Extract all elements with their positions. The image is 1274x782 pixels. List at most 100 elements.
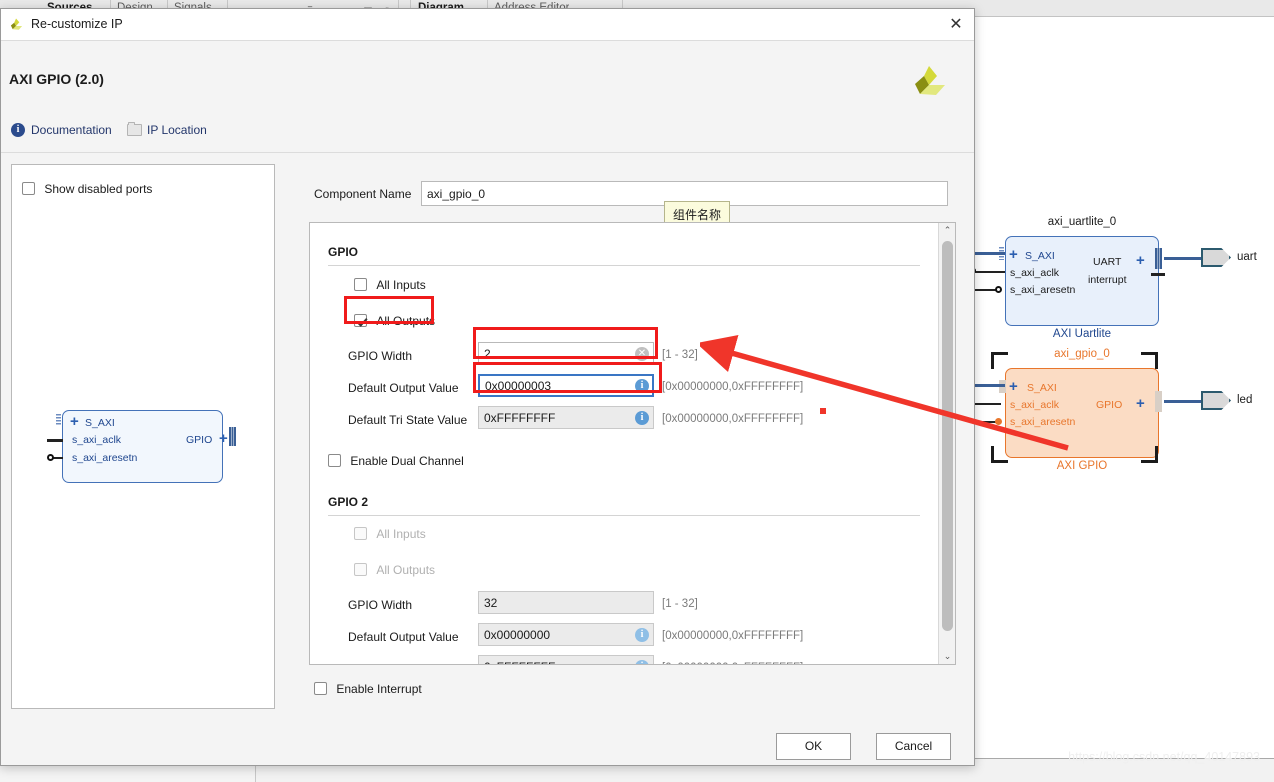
gpio-port-gpio: GPIO <box>1096 399 1123 411</box>
show-disabled-ports-row[interactable]: Show disabled ports <box>22 181 152 196</box>
gpio2-all-inputs-row: All Inputs <box>354 526 426 541</box>
dialog-title: Re-customize IP <box>31 17 123 31</box>
preview-saxi-bus-stub <box>56 414 61 426</box>
dialog-header: AXI GPIO (2.0) i Documentation IP Locati… <box>1 41 974 153</box>
gpio-port-s-axi-aclk: s_axi_aclk <box>1010 399 1060 411</box>
gpio2-width-input[interactable] <box>478 591 654 614</box>
gpio-default-tri-state-value-info-icon[interactable]: i <box>635 411 649 425</box>
close-icon[interactable]: ✕ <box>945 14 967 36</box>
gpio-all-outputs-checkbox[interactable] <box>354 314 367 328</box>
enable-interrupt-label: Enable Interrupt <box>336 681 422 696</box>
gpio-default-tri-state-value-label: Default Tri State Value <box>348 413 468 427</box>
ip-location-link-label: IP Location <box>147 123 207 137</box>
gpio-out-bundle <box>1155 391 1162 412</box>
xilinx-logo-icon <box>10 18 23 30</box>
gpio-selection-handle-tl[interactable] <box>991 352 1008 369</box>
gpio2-group-title: GPIO 2 <box>328 495 369 509</box>
gpio2-width-hint: [1 - 32] <box>662 598 698 610</box>
recustomize-ip-dialog: Re-customize IP ✕ AXI GPIO (2.0) i Docum… <box>0 8 975 766</box>
cancel-button[interactable]: Cancel <box>876 733 951 760</box>
enable-dual-channel-label: Enable Dual Channel <box>350 453 464 468</box>
gpio-all-inputs-checkbox[interactable] <box>354 278 367 292</box>
ip-title: AXI GPIO (2.0) <box>9 71 104 87</box>
dialog-titlebar: Re-customize IP ✕ <box>1 9 974 41</box>
gpio-width-clear-icon[interactable]: ✕ <box>635 347 649 361</box>
uartlite-port-interrupt: interrupt <box>1088 274 1127 286</box>
enable-interrupt-row[interactable]: Enable Interrupt <box>314 681 422 696</box>
documentation-link[interactable]: i Documentation <box>11 119 112 141</box>
uartlite-port-s-axi-aclk: s_axi_aclk <box>1010 267 1060 279</box>
ext-port-uart-label: uart <box>1237 251 1257 263</box>
settings-scrollbar[interactable]: ⌃ ⌄ <box>938 223 955 664</box>
enable-interrupt-checkbox[interactable] <box>314 682 327 696</box>
gpio2-all-inputs-label: All Inputs <box>376 526 426 541</box>
gpio-default-output-value-input[interactable] <box>478 374 654 397</box>
scrollbar-up-arrow-icon[interactable]: ⌃ <box>939 223 955 238</box>
ip-location-link[interactable]: IP Location <box>127 119 207 141</box>
info-icon: i <box>11 123 25 137</box>
gpio2-default-output-value-hint: [0x00000000,0xFFFFFFFF] <box>662 630 804 642</box>
preview-port-s-axi: S_AXI <box>85 417 115 429</box>
gpio-block-subtitle: AXI GPIO <box>1056 460 1108 472</box>
gpio-group-title: GPIO <box>328 245 359 259</box>
gpio2-group-rule <box>328 515 920 516</box>
gpio2-default-tri-state-value-input[interactable] <box>478 655 654 664</box>
uartlite-aclk-wire <box>973 271 1005 273</box>
led-ext-wire <box>1164 400 1201 403</box>
uartlite-port-s-axi: S_AXI <box>1025 250 1055 262</box>
uartlite-saxi-wire <box>973 252 1005 255</box>
preview-gpio-bundle <box>229 427 236 446</box>
gpio2-default-output-value-label: Default Output Value <box>348 630 459 644</box>
uartlite-interrupt-wire <box>1151 273 1165 276</box>
enable-dual-channel-checkbox[interactable] <box>328 454 341 468</box>
gpio2-default-output-value-input[interactable] <box>478 623 654 646</box>
gpio2-default-output-value-info-icon[interactable]: i <box>635 628 649 642</box>
gpio2-default-tri-state-value-hint: [0x00000000,0xFFFFFFFF] <box>662 662 803 664</box>
documentation-link-label: Documentation <box>31 123 112 137</box>
scrollbar-thumb[interactable] <box>942 241 953 631</box>
preview-gpio-expand-icon[interactable]: + <box>219 431 228 446</box>
gpio2-all-outputs-checkbox <box>354 563 367 577</box>
gpio-all-outputs-label: All Outputs <box>376 313 436 328</box>
gpio-saxi-wire <box>973 384 1005 387</box>
preview-aclk-wire <box>47 439 63 442</box>
gpio-all-inputs-row[interactable]: All Inputs <box>354 277 426 292</box>
uartlite-port-s-axi-aresetn: s_axi_aresetn <box>1010 284 1076 296</box>
gpio-port-s-axi-aresetn: s_axi_aresetn <box>1010 416 1076 428</box>
uartlite-port-uart: UART <box>1093 256 1122 268</box>
gpio-default-output-value-hint: [0x00000000,0xFFFFFFFF] <box>662 381 804 393</box>
scrollbar-down-arrow-icon[interactable]: ⌄ <box>939 649 955 664</box>
gpio2-all-inputs-checkbox <box>354 527 367 541</box>
ok-button[interactable]: OK <box>776 733 851 760</box>
gpio-block-title: axi_gpio_0 <box>1054 348 1110 360</box>
uart-ext-wire <box>1164 257 1201 260</box>
uartlite-block-title: axi_uartlite_0 <box>1047 216 1117 228</box>
uartlite-uart-expand-icon[interactable]: + <box>1136 253 1145 268</box>
gpio-expand-icon[interactable]: + <box>1136 396 1145 411</box>
preview-saxi-expand-icon[interactable]: + <box>70 414 79 429</box>
gpio-saxi-expand-icon[interactable]: + <box>1009 379 1018 394</box>
screen: Sources ·· Design Signals ≡ ▭ ▫ Diagram … <box>0 0 1274 782</box>
gpio-width-input[interactable] <box>478 342 654 365</box>
gpio-default-tri-state-value-input[interactable] <box>478 406 654 429</box>
gpio-all-outputs-row[interactable]: All Outputs <box>354 313 435 328</box>
preview-aresetn-pin-dot <box>47 454 54 461</box>
block-diagram[interactable]: axi_uartlite_0 AXI Uartlite + S_AXI s_ax… <box>965 200 1274 520</box>
show-disabled-ports-checkbox[interactable] <box>22 182 35 196</box>
watermark: https://blog.csdn.net/qq_40147893 <box>1068 750 1260 764</box>
annotation-dot <box>820 408 826 414</box>
enable-dual-channel-row[interactable]: Enable Dual Channel <box>328 453 464 468</box>
gpio-selection-handle-br[interactable] <box>1141 446 1158 463</box>
show-disabled-ports-label: Show disabled ports <box>44 181 153 196</box>
folder-icon <box>127 122 142 136</box>
ip-settings-scroll-area[interactable]: GPIO All Inputs All Outputs GPIO Width ✕… <box>309 222 956 665</box>
uartlite-saxi-expand-icon[interactable]: + <box>1009 247 1018 262</box>
uartlite-block-subtitle: AXI Uartlite <box>1052 328 1112 340</box>
gpio2-all-outputs-label: All Outputs <box>376 562 436 577</box>
gpio-selection-handle-bl[interactable] <box>991 446 1008 463</box>
gpio-default-output-value-info-icon[interactable]: i <box>635 379 649 393</box>
ext-port-led-label: led <box>1237 394 1253 406</box>
preview-port-gpio: GPIO <box>186 434 213 446</box>
ip-symbol-preview-panel: Show disabled ports + S_AXI s_axi_aclk s… <box>11 164 275 709</box>
gpio-selection-handle-tr[interactable] <box>1141 352 1158 369</box>
